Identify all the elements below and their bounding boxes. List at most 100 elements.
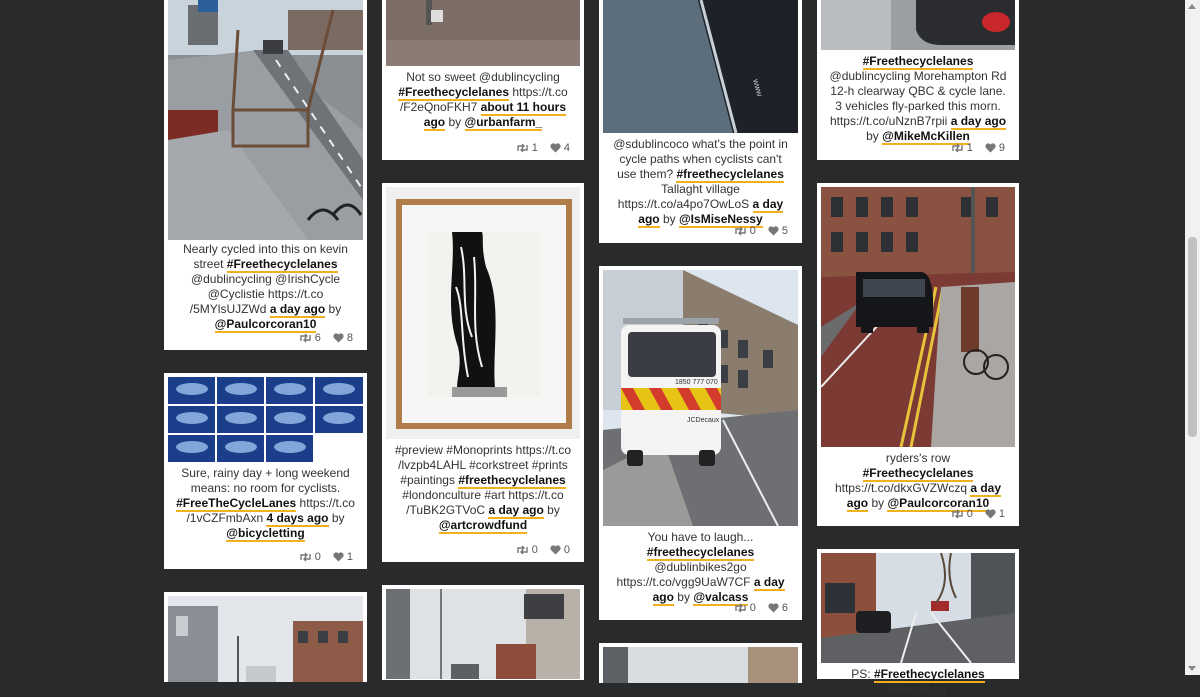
- post-card[interactable]: #preview #Monoprints https://t.co /lvzpb…: [382, 183, 584, 562]
- retweet-icon: [952, 143, 963, 153]
- hashtag-link[interactable]: #Freethecyclelanes: [873, 667, 985, 683]
- post-photo[interactable]: 1850 777 070 JCDecaux: [603, 270, 798, 526]
- post-text-a: You have to laugh...: [647, 530, 754, 544]
- post-photo[interactable]: [821, 553, 1015, 663]
- post-text-a: Sure, rainy day + long weekend means: no…: [181, 466, 350, 495]
- post-card[interactable]: [382, 585, 584, 680]
- post-photo[interactable]: [386, 0, 580, 66]
- post-card[interactable]: Nearly cycled into this on kevin street …: [164, 0, 367, 350]
- author-link[interactable]: @bicycletting: [226, 526, 305, 542]
- by-label: by: [328, 302, 342, 316]
- like-count: 6: [781, 602, 788, 614]
- by-label: by: [871, 496, 885, 510]
- post-card[interactable]: Not so sweet @dublincycling #Freethecycl…: [382, 0, 584, 160]
- heart-icon: [768, 226, 779, 236]
- post-text: PS: #Freethecyclelanes https://t.co: [821, 663, 1015, 697]
- post-photo[interactable]: [386, 187, 580, 439]
- retweet-count: 0: [749, 602, 756, 614]
- like-button[interactable]: 1: [333, 551, 353, 563]
- timestamp-link[interactable]: a day ago: [269, 302, 326, 318]
- timestamp-link[interactable]: 4 days ago: [266, 511, 329, 527]
- hashtag-link[interactable]: #Freethecyclelanes: [862, 466, 974, 482]
- post-text-b: Tallaght village https://t.co/a4po7OwLoS: [617, 182, 750, 211]
- author-link[interactable]: @urbanfarm_: [464, 115, 543, 131]
- parked-car-photo: [821, 0, 1015, 50]
- retweet-button[interactable]: 0: [951, 508, 973, 520]
- like-count: 0: [563, 544, 570, 556]
- hashtag-link[interactable]: #Freethecyclelanes: [398, 85, 510, 101]
- post-text: Sure, rainy day + long weekend means: no…: [168, 462, 363, 542]
- timestamp-link[interactable]: a day ago: [488, 503, 544, 519]
- hashtag-link[interactable]: #freethecyclelanes: [458, 473, 566, 489]
- heart-icon: [333, 552, 344, 562]
- post-photo[interactable]: [603, 647, 798, 683]
- scroll-up-arrow-icon[interactable]: [1188, 4, 1196, 9]
- like-button[interactable]: 0: [550, 544, 570, 556]
- retweet-button[interactable]: 1: [516, 142, 538, 154]
- author-link[interactable]: @artcrowdfund: [438, 518, 528, 534]
- dashcam-grid-photo: [168, 377, 363, 462]
- scroll-down-arrow-icon[interactable]: [1188, 666, 1196, 671]
- like-button[interactable]: 8: [333, 332, 353, 344]
- post-card[interactable]: PS: #Freethecyclelanes https://t.co: [817, 549, 1019, 696]
- post-text-b: https://t.co: [890, 682, 946, 696]
- post-card[interactable]: www @sdublincoco what's the point in cyc…: [599, 0, 802, 243]
- by-label: by: [866, 129, 879, 143]
- post-text: #preview #Monoprints https://t.co /lvzpb…: [386, 439, 580, 534]
- hashtag-link[interactable]: #FreeTheCycleLanes: [176, 496, 297, 512]
- retweet-button[interactable]: 0: [516, 544, 538, 556]
- by-label: by: [331, 511, 345, 525]
- retweet-button[interactable]: 6: [299, 332, 321, 344]
- retweet-button[interactable]: 0: [299, 551, 321, 563]
- post-card[interactable]: 1850 777 070 JCDecaux You have to laugh.…: [599, 266, 802, 620]
- post-text-b: https://t.co/dkxGVZWczq: [834, 481, 967, 495]
- post-text: ryders's row #Freethecyclelanes https://…: [821, 447, 1015, 512]
- retweet-count: 0: [966, 508, 973, 520]
- pavement-photo: [386, 0, 580, 66]
- retweet-icon: [517, 545, 528, 555]
- post-photo[interactable]: [821, 0, 1015, 50]
- vertical-scrollbar[interactable]: [1185, 0, 1200, 675]
- post-photo[interactable]: [168, 596, 363, 682]
- like-button[interactable]: 9: [985, 142, 1005, 154]
- hashtag-link[interactable]: #freethecyclelanes: [676, 167, 784, 183]
- post-photo[interactable]: [168, 0, 363, 240]
- retweet-button[interactable]: 0: [734, 225, 756, 237]
- like-button[interactable]: 1: [985, 508, 1005, 520]
- post-stats: 0 1: [951, 508, 1005, 520]
- post-card[interactable]: [164, 592, 367, 682]
- post-card[interactable]: #Freethecyclelanes @dublincycling Moreha…: [817, 0, 1019, 160]
- timestamp-link[interactable]: a day ago: [950, 114, 1007, 130]
- author-link[interactable]: @Paulcorcoran10: [214, 317, 317, 333]
- post-card[interactable]: ryders's row #Freethecyclelanes https://…: [817, 183, 1019, 526]
- post-card[interactable]: Sure, rainy day + long weekend means: no…: [164, 373, 367, 569]
- post-text-a: PS:: [851, 667, 871, 681]
- post-photo[interactable]: www: [603, 0, 798, 133]
- post-stats: 0 0: [516, 544, 570, 556]
- by-label: by: [677, 590, 690, 604]
- hashtag-link[interactable]: #Freethecyclelanes: [226, 257, 338, 273]
- post-photo[interactable]: [386, 589, 580, 679]
- retweet-button[interactable]: 1: [951, 142, 973, 154]
- post-photo[interactable]: [168, 377, 363, 462]
- hashtag-link[interactable]: #freethecyclelanes: [646, 545, 755, 561]
- retweet-icon: [300, 552, 311, 562]
- post-stats: 1 9: [951, 142, 1005, 154]
- parked-van-photo: www: [603, 0, 798, 133]
- post-stats: 0 5: [734, 225, 788, 237]
- scrollbar-thumb[interactable]: [1188, 237, 1197, 437]
- post-stats: 6 8: [299, 332, 353, 344]
- hashtag-link[interactable]: #Freethecyclelanes: [862, 54, 974, 70]
- heart-icon: [985, 143, 996, 153]
- post-card[interactable]: [599, 643, 802, 683]
- post-photo[interactable]: [821, 187, 1015, 447]
- post-text: #Freethecyclelanes @dublincycling Moreha…: [821, 50, 1015, 145]
- like-count: 5: [781, 225, 788, 237]
- like-button[interactable]: 6: [768, 602, 788, 614]
- like-button[interactable]: 5: [768, 225, 788, 237]
- post-stats: 1 4: [516, 142, 570, 154]
- retweet-button[interactable]: 0: [734, 602, 756, 614]
- like-button[interactable]: 4: [550, 142, 570, 154]
- retweet-icon: [735, 226, 746, 236]
- post-text: @sdublincoco what's the point in cycle p…: [603, 133, 798, 228]
